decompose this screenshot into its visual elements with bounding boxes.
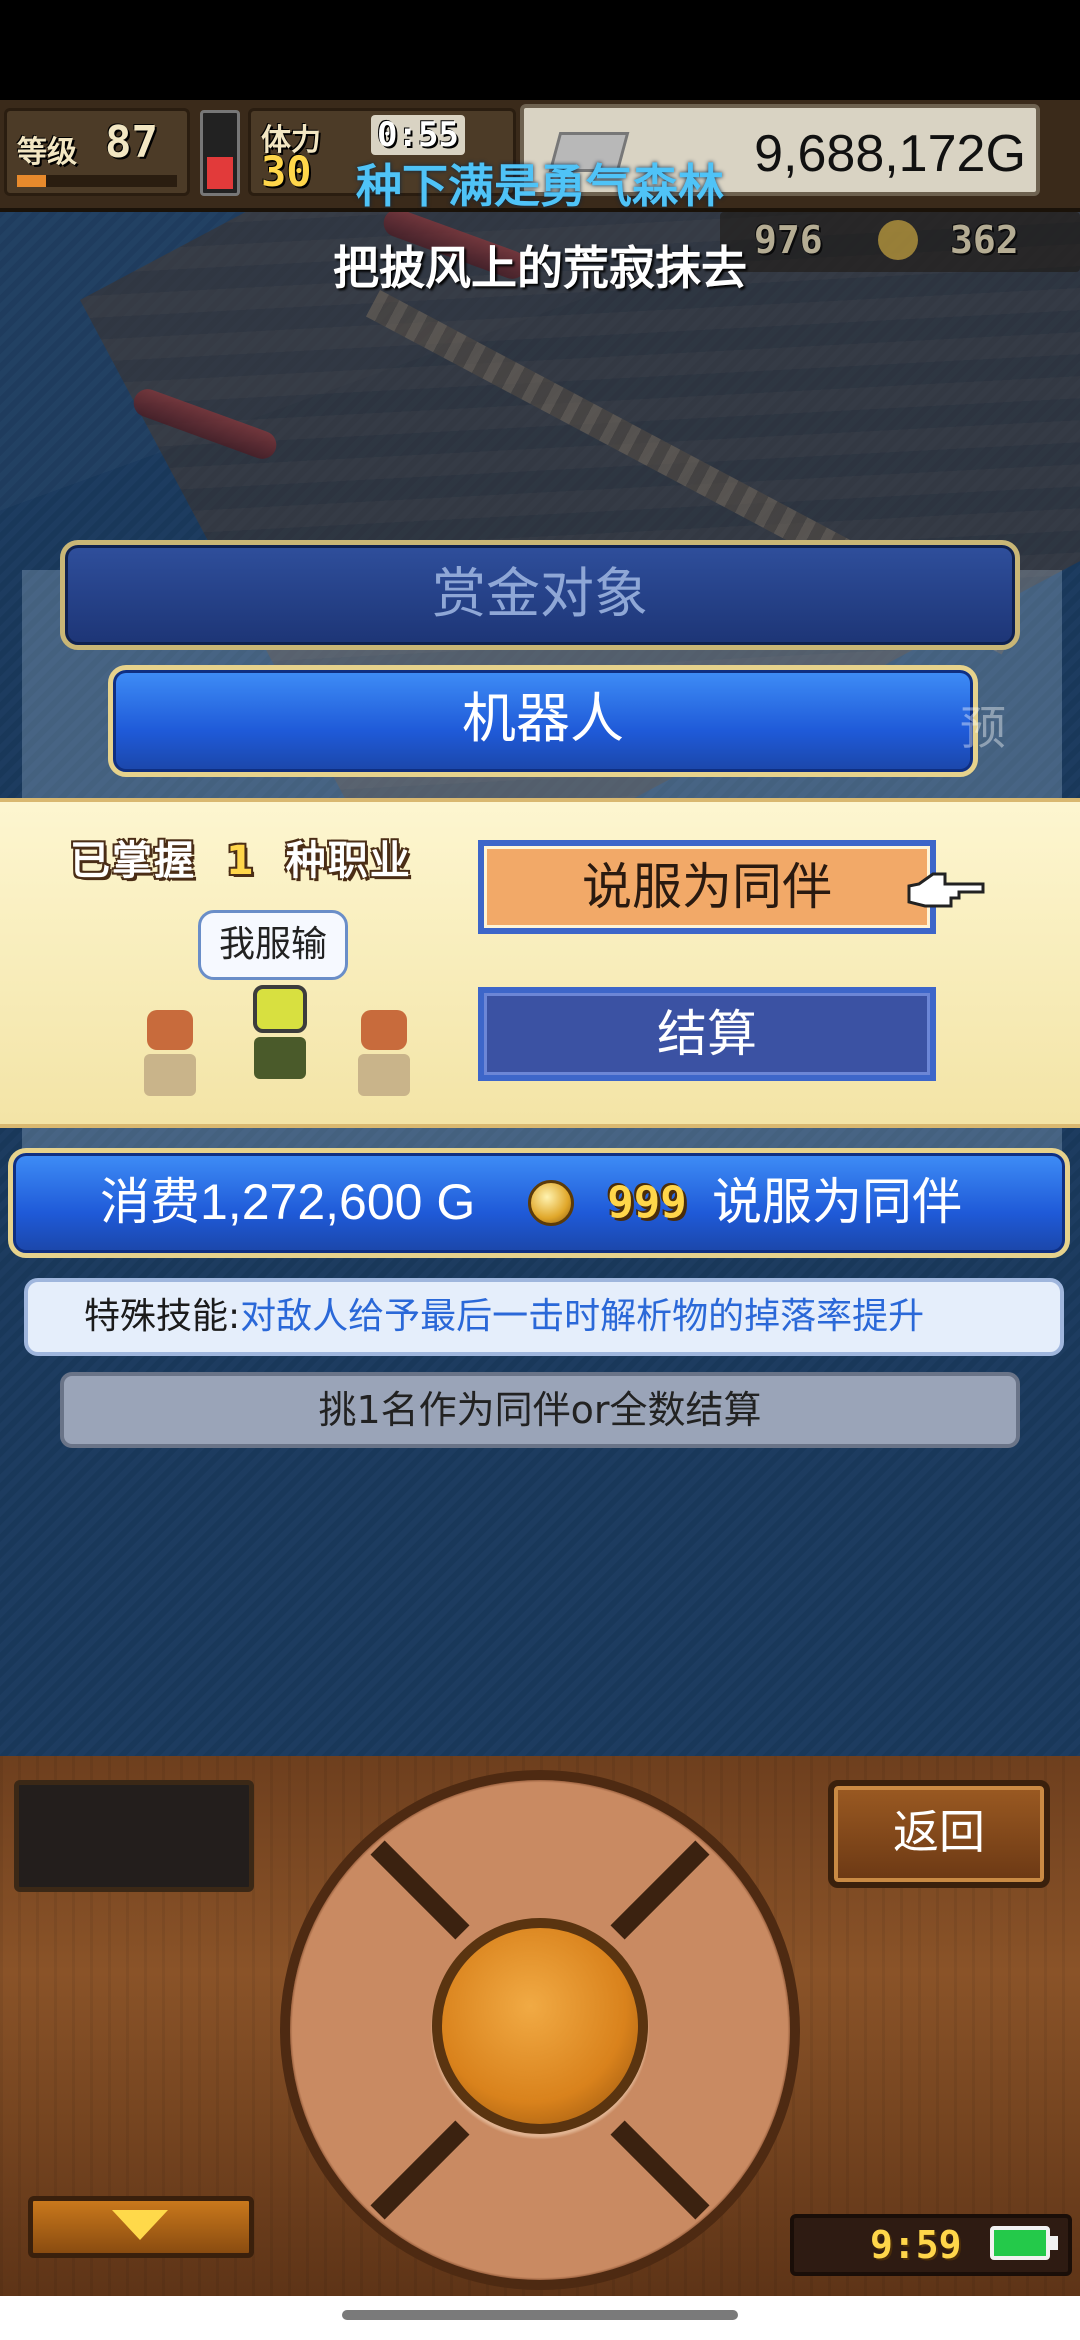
cost-action-label: 说服为同伴 <box>712 1173 962 1231</box>
dpad-divider <box>370 2120 470 2220</box>
learned-suffix: 种职业 <box>285 838 412 884</box>
dpad-center-button[interactable] <box>432 1918 648 2134</box>
clock: 9:59 <box>870 2223 962 2267</box>
adventurer-sprite <box>140 1010 200 1100</box>
home-indicator[interactable] <box>342 2310 738 2320</box>
speech-bubble: 我服输 <box>198 910 348 980</box>
stat-b-value: 362 <box>950 218 1019 262</box>
level-box: 等级 87 <box>4 108 190 196</box>
pointing-hand-icon <box>907 872 985 908</box>
recruit-button[interactable]: 说服为同伴 <box>478 840 936 934</box>
medal-count: 999 <box>607 1177 687 1228</box>
settle-button[interactable]: 结算 <box>478 987 936 1081</box>
level-value: 87 <box>105 117 158 168</box>
bounty-title: 赏金对象 <box>60 540 1020 650</box>
robot-sprite <box>250 985 310 1079</box>
learned-count: 1 <box>225 838 256 884</box>
stamina-gauge <box>200 110 240 196</box>
level-label: 等级 <box>17 135 77 170</box>
down-arrow-icon <box>112 2210 168 2240</box>
learned-prefix: 已掌握 <box>70 838 196 884</box>
target-name-button[interactable]: 机器人 <box>108 665 978 777</box>
side-label: 预 <box>960 701 1006 755</box>
battery-cap <box>1050 2236 1058 2250</box>
adventurer-sprite <box>354 1010 414 1100</box>
dpad-divider <box>610 1840 710 1940</box>
special-skill-bar: 特殊技能:对敌人给予最后一击时解析物的掉落率提升 <box>24 1278 1064 1356</box>
cost-text: 消费1,272,600 G <box>100 1174 476 1230</box>
stamina-timer: 0:55 <box>371 115 465 155</box>
dpad-divider <box>610 2120 710 2220</box>
lyric-line-2: 把披风上的荒寂抹去 <box>333 241 747 295</box>
exp-bar <box>17 175 177 187</box>
lyric-line-1: 种下满是勇气森林 <box>356 159 724 213</box>
learned-jobs-label: 已掌握 1 种职业 <box>70 828 430 888</box>
coin-icon <box>878 220 918 260</box>
medal-icon <box>528 1180 574 1226</box>
dpad-divider <box>370 1840 470 1940</box>
battery-icon <box>990 2226 1050 2260</box>
hint-bar: 挑1名作为同伴or全数结算 <box>60 1372 1020 1448</box>
skill-description: 对敌人给予最后一击时解析物的掉落率提升 <box>240 1296 925 1337</box>
empty-slot <box>14 1780 254 1892</box>
back-button[interactable]: 返回 <box>828 1780 1050 1888</box>
skill-label: 特殊技能: <box>84 1296 241 1337</box>
